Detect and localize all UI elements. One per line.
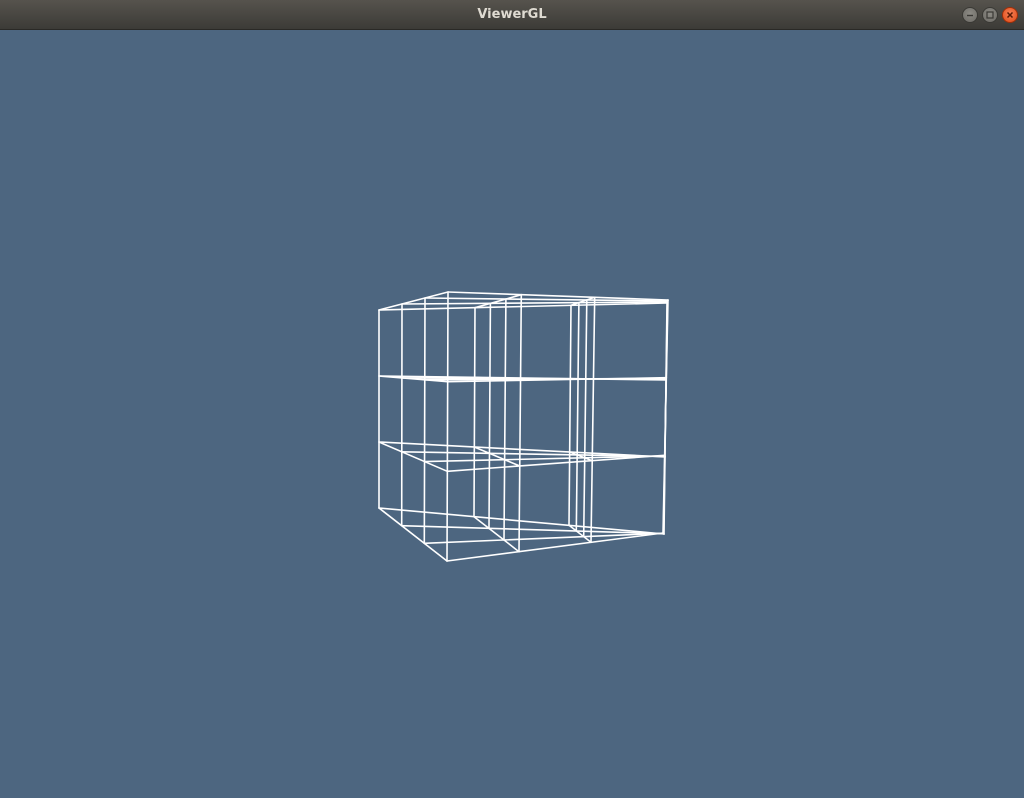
viewport-canvas[interactable] xyxy=(0,30,1024,798)
wire-edge xyxy=(582,299,588,538)
title-bar[interactable]: ViewerGL xyxy=(0,0,1024,30)
wire-edge xyxy=(378,507,448,562)
viewergl-window: ViewerGL xyxy=(0,0,1024,798)
close-icon xyxy=(1006,11,1014,19)
close-button[interactable] xyxy=(1002,7,1018,23)
minimize-button[interactable] xyxy=(962,7,978,23)
wire-edge xyxy=(378,291,449,311)
maximize-button[interactable] xyxy=(982,7,998,23)
wire-edge xyxy=(488,302,492,530)
window-title: ViewerGL xyxy=(477,7,547,22)
wire-edge xyxy=(423,455,666,463)
minimize-icon xyxy=(967,14,973,17)
wire-edge xyxy=(378,441,666,458)
wireframe-cube xyxy=(378,291,669,562)
wire-edge xyxy=(662,532,665,535)
wire-edge xyxy=(568,304,572,527)
wire-edge xyxy=(473,306,476,518)
maximize-icon xyxy=(986,11,994,19)
wire-edge xyxy=(423,297,426,545)
wire-edge xyxy=(446,291,449,562)
wire-edge xyxy=(590,296,596,544)
wire-edge xyxy=(473,446,521,467)
wire-edge xyxy=(662,299,669,534)
gl-viewport[interactable] xyxy=(0,30,1024,798)
wire-edge xyxy=(378,441,449,473)
wire-edge xyxy=(518,293,523,553)
wire-edge xyxy=(474,293,523,309)
wire-edge xyxy=(400,450,666,458)
wire-edge xyxy=(503,298,507,541)
wire-edge xyxy=(575,301,580,532)
wire-edge xyxy=(568,524,592,544)
wire-edge xyxy=(473,515,520,553)
